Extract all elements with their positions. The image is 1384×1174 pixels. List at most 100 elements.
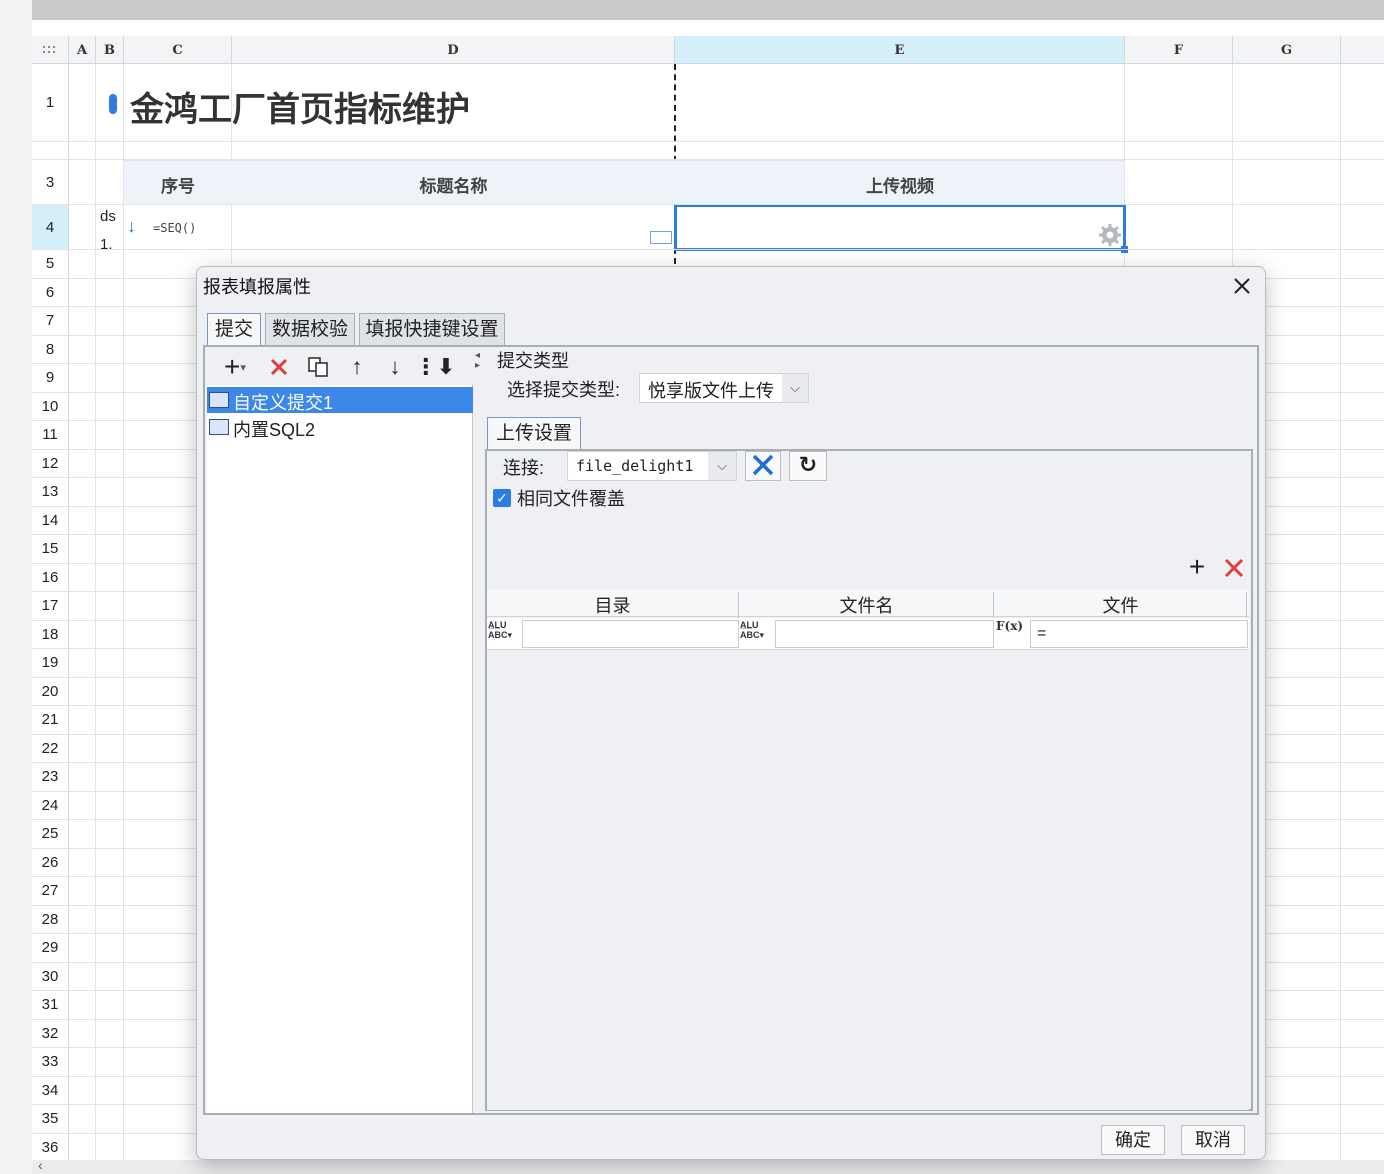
expand-down-icon: ↓ bbox=[127, 216, 136, 236]
refresh-icon[interactable]: ↻ bbox=[789, 451, 827, 481]
delete-icon[interactable] bbox=[267, 353, 291, 381]
dialog-title: 报表填报属性 bbox=[203, 277, 311, 297]
row-header-13[interactable]: 13 bbox=[32, 478, 69, 507]
row-header-33[interactable]: 33 bbox=[32, 1048, 69, 1077]
row-header-3[interactable]: 3 bbox=[32, 160, 69, 205]
file-formula-value: = bbox=[1037, 625, 1047, 642]
col-header-filename: 文件名 bbox=[740, 592, 994, 618]
text-type-icon[interactable]: A̲L̲U ABC▾ bbox=[740, 620, 772, 648]
formula-icon[interactable]: F(x) bbox=[996, 619, 1028, 647]
filename-input[interactable] bbox=[775, 620, 994, 648]
row-header-29[interactable]: 29 bbox=[32, 934, 69, 963]
submit-type-legend: 提交类型 bbox=[497, 351, 569, 371]
grid-row-line bbox=[69, 204, 1384, 205]
row-header-4[interactable]: 4 bbox=[32, 205, 69, 250]
cancel-button[interactable]: 取消 bbox=[1181, 1125, 1245, 1155]
row-header-30[interactable]: 30 bbox=[32, 962, 69, 991]
select-all-corner[interactable] bbox=[32, 36, 69, 64]
row-header-6[interactable]: 6 bbox=[32, 278, 69, 307]
column-header-e[interactable]: E bbox=[675, 36, 1125, 64]
grid-row-line bbox=[69, 249, 1384, 250]
tab-shortcut-settings[interactable]: 填报快捷键设置 bbox=[359, 313, 505, 345]
horizontal-scrollbar[interactable]: ‹ bbox=[32, 1157, 1384, 1174]
move-down-icon[interactable]: ↓ bbox=[383, 353, 407, 381]
submit-type-select[interactable]: 悦享版文件上传 ⌵ bbox=[639, 373, 809, 403]
copy-icon[interactable] bbox=[305, 353, 331, 381]
row-header-24[interactable]: 24 bbox=[32, 791, 69, 820]
row-header-20[interactable]: 20 bbox=[32, 677, 69, 706]
directory-input[interactable] bbox=[522, 620, 739, 648]
row-header-16[interactable]: 16 bbox=[32, 563, 69, 592]
row-header-17[interactable]: 17 bbox=[32, 592, 69, 621]
row-header-23[interactable]: 23 bbox=[32, 763, 69, 792]
connection-settings-icon[interactable] bbox=[745, 451, 781, 481]
left-gutter bbox=[0, 0, 32, 1174]
add-icon[interactable]: + ▾ bbox=[215, 351, 255, 382]
submit-type-value: 悦享版文件上传 bbox=[648, 381, 774, 401]
text-type-icon[interactable]: A̲L̲U ABC▾ bbox=[488, 620, 520, 648]
chevron-down-icon: ⌵ bbox=[708, 452, 736, 480]
row-header-5[interactable]: 5 bbox=[32, 250, 69, 279]
row-header-1[interactable]: 1 bbox=[32, 64, 69, 142]
row-header-12[interactable]: 12 bbox=[32, 449, 69, 478]
overwrite-label[interactable]: 相同文件覆盖 bbox=[517, 485, 625, 511]
row-header-22[interactable]: 22 bbox=[32, 734, 69, 763]
column-header-c[interactable]: C bbox=[124, 36, 232, 64]
column-header-d[interactable]: D bbox=[232, 36, 675, 64]
header-title-name: 标题名称 bbox=[419, 177, 488, 196]
row-header-35[interactable]: 35 bbox=[32, 1105, 69, 1134]
close-icon[interactable] bbox=[1230, 274, 1254, 298]
header-seq: 序号 bbox=[161, 177, 195, 196]
seq-formula[interactable]: =SEQ() bbox=[153, 221, 196, 235]
upload-table-body bbox=[487, 618, 1249, 1110]
move-bottom-icon[interactable]: ⋮⬇ bbox=[415, 353, 455, 381]
selected-cell-e4[interactable] bbox=[674, 204, 1126, 251]
column-header-extra[interactable] bbox=[1341, 36, 1384, 64]
row-header-hidden bbox=[32, 142, 69, 160]
list-item-icon bbox=[209, 419, 229, 435]
list-item-builtin-sql[interactable]: 内置SQL2 bbox=[233, 416, 315, 442]
move-up-icon[interactable]: ↑ bbox=[345, 353, 369, 381]
row-header-31[interactable]: 31 bbox=[32, 991, 69, 1020]
row-header-7[interactable]: 7 bbox=[32, 307, 69, 336]
row-header-19[interactable]: 19 bbox=[32, 649, 69, 678]
row-header-14[interactable]: 14 bbox=[32, 506, 69, 535]
row-header-18[interactable]: 18 bbox=[32, 620, 69, 649]
ok-button[interactable]: 确定 bbox=[1101, 1125, 1165, 1155]
tab-data-validation[interactable]: 数据校验 bbox=[265, 313, 355, 345]
scroll-left-icon[interactable]: ‹ bbox=[38, 1157, 43, 1173]
tab-upload-settings[interactable]: 上传设置 bbox=[487, 417, 581, 449]
gear-icon[interactable] bbox=[1098, 223, 1122, 247]
grid-dots-icon bbox=[43, 45, 55, 53]
connection-label: 连接: bbox=[503, 458, 545, 478]
column-header-b[interactable]: B bbox=[96, 36, 124, 64]
list-item-custom-submit[interactable]: 自定义提交1 bbox=[233, 389, 333, 415]
column-header-g[interactable]: G bbox=[1233, 36, 1341, 64]
connection-select[interactable]: file_delight1 ⌵ bbox=[567, 451, 737, 481]
col-header-file: 文件 bbox=[995, 592, 1247, 618]
report-title: 金鸿工厂首页指标维护 bbox=[130, 90, 470, 130]
row-header-26[interactable]: 26 bbox=[32, 848, 69, 877]
delete-row-icon[interactable] bbox=[1221, 555, 1247, 581]
overwrite-checkbox[interactable]: ✓ bbox=[493, 489, 511, 507]
row-header-34[interactable]: 34 bbox=[32, 1076, 69, 1105]
row-header-8[interactable]: 8 bbox=[32, 335, 69, 364]
column-header-f[interactable]: F bbox=[1125, 36, 1233, 64]
col-header-directory: 目录 bbox=[487, 592, 739, 618]
list-item-icon bbox=[209, 392, 229, 408]
row-header-11[interactable]: 11 bbox=[32, 421, 69, 450]
row-header-32[interactable]: 32 bbox=[32, 1019, 69, 1048]
row-header-9[interactable]: 9 bbox=[32, 364, 69, 393]
row-header-28[interactable]: 28 bbox=[32, 905, 69, 934]
row-header-21[interactable]: 21 bbox=[32, 706, 69, 735]
tab-submit[interactable]: 提交 bbox=[207, 313, 261, 345]
row-header-10[interactable]: 10 bbox=[32, 392, 69, 421]
title-marker-icon bbox=[109, 94, 117, 114]
row-header-25[interactable]: 25 bbox=[32, 820, 69, 849]
row-header-27[interactable]: 27 bbox=[32, 877, 69, 906]
row-header-15[interactable]: 15 bbox=[32, 535, 69, 564]
file-formula-input[interactable]: = bbox=[1030, 620, 1248, 648]
column-header-a[interactable]: A bbox=[69, 36, 96, 64]
add-row-icon[interactable]: + bbox=[1183, 551, 1211, 582]
splitter-collapse-icon[interactable]: ◂ ▸ bbox=[475, 351, 480, 371]
